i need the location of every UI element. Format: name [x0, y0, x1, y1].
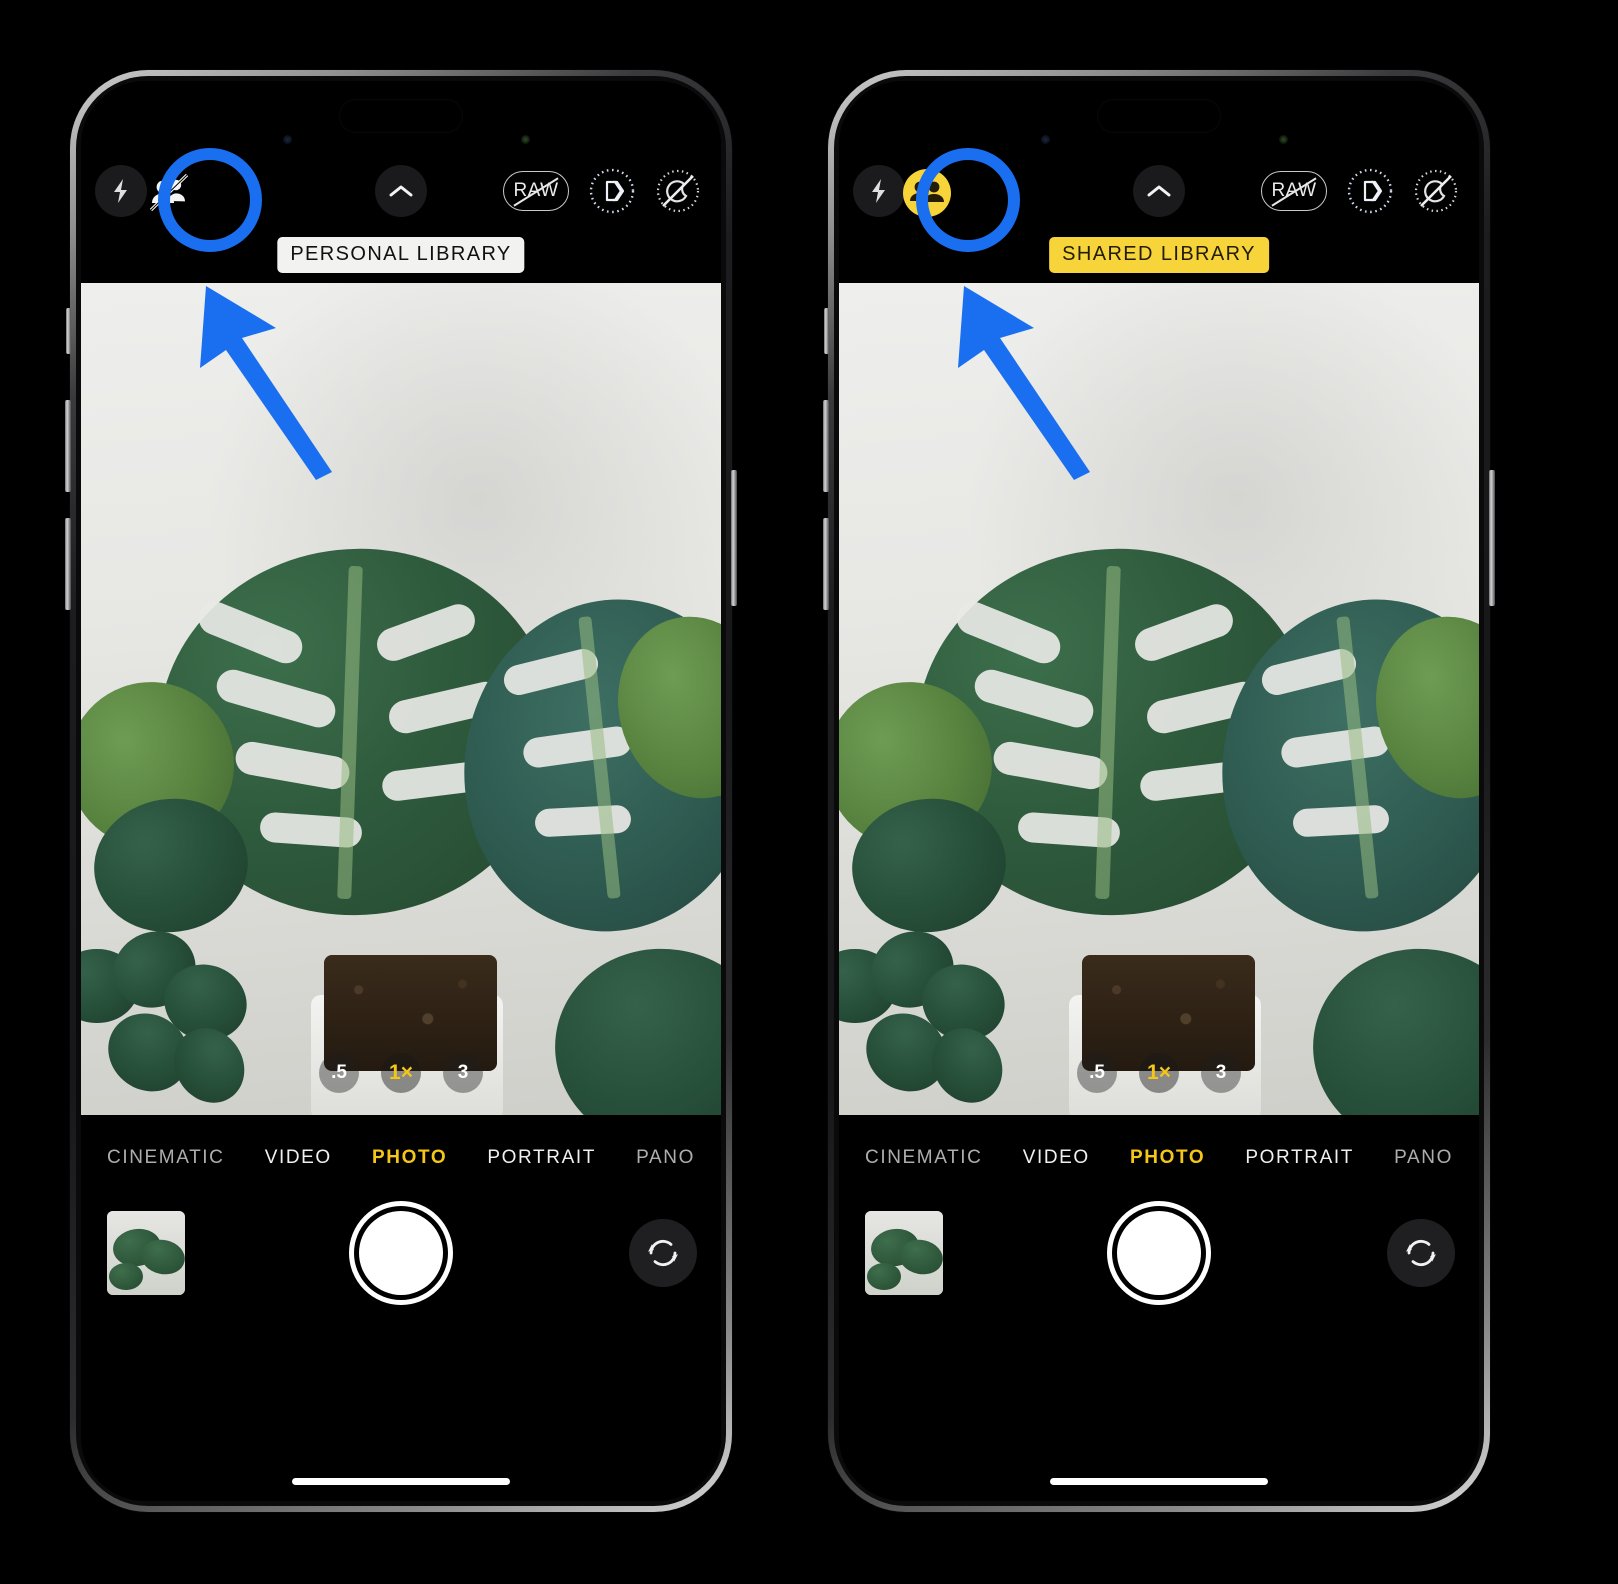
flash-button[interactable] [853, 165, 905, 217]
flash-button[interactable] [95, 165, 147, 217]
camera-viewfinder[interactable]: .5 1× 3 [839, 283, 1479, 1115]
people-slash-icon [149, 173, 189, 212]
camera-mode-selector[interactable]: CINEMATIC VIDEO PHOTO PORTRAIT PANO [839, 1137, 1479, 1179]
volume-down-button[interactable] [65, 518, 71, 610]
mode-pano[interactable]: PANO [636, 1147, 695, 1169]
library-badge: SHARED LIBRARY [1049, 237, 1269, 273]
side-power-button[interactable] [1489, 470, 1495, 606]
camera-viewfinder[interactable]: .5 1× 3 [81, 283, 721, 1115]
photo-thumbnail-button[interactable] [107, 1211, 185, 1295]
dynamic-island [339, 99, 463, 133]
flash-icon [872, 179, 885, 203]
night-mode-off-icon [1414, 169, 1458, 213]
flash-icon [114, 179, 127, 203]
mode-cinematic[interactable]: CINEMATIC [865, 1147, 983, 1169]
camera-flip-icon [1406, 1239, 1436, 1267]
shutter-button[interactable] [1107, 1201, 1211, 1305]
phone-screen: RAW [81, 81, 721, 1501]
chevron-up-icon [1147, 185, 1171, 197]
phone-mockup-personal: RAW [65, 70, 737, 1512]
night-mode-off-icon [656, 169, 700, 213]
phone-screen: RAW [839, 81, 1479, 1501]
raw-toggle[interactable]: RAW [503, 171, 569, 211]
live-photo-toggle[interactable] [1345, 166, 1395, 216]
night-mode-toggle[interactable] [653, 166, 703, 216]
home-indicator [1050, 1478, 1268, 1485]
zoom-option-0.5[interactable]: .5 [1077, 1053, 1117, 1093]
people-filled-icon [903, 169, 951, 217]
leaf-slit [534, 804, 633, 838]
shutter-button[interactable] [349, 1201, 453, 1305]
more-controls-button[interactable] [1133, 165, 1185, 217]
mode-cinematic[interactable]: CINEMATIC [107, 1147, 225, 1169]
front-camera-lens [1041, 135, 1050, 144]
front-camera-lens [283, 135, 292, 144]
zoom-option-1x[interactable]: 1× [381, 1053, 421, 1093]
mode-portrait[interactable]: PORTRAIT [1245, 1147, 1354, 1169]
live-photo-icon [1347, 168, 1393, 214]
camera-bottom-controls [81, 1199, 721, 1319]
camera-flip-button[interactable] [629, 1219, 697, 1287]
shared-library-toggle[interactable] [143, 167, 195, 219]
volume-up-button[interactable] [65, 400, 71, 492]
night-mode-toggle[interactable] [1411, 166, 1461, 216]
mode-photo[interactable]: PHOTO [372, 1147, 447, 1169]
volume-down-button[interactable] [823, 518, 829, 610]
shutter-core [359, 1211, 443, 1295]
camera-app: RAW [839, 81, 1479, 1501]
leaf-slit [1292, 804, 1391, 838]
shared-library-toggle[interactable] [901, 167, 953, 219]
zoom-option-1x[interactable]: 1× [1139, 1053, 1179, 1093]
zoom-option-3x[interactable]: 3 [443, 1053, 483, 1093]
dynamic-island [1097, 99, 1221, 133]
photo-thumbnail-button[interactable] [865, 1211, 943, 1295]
more-controls-button[interactable] [375, 165, 427, 217]
screenshot-root: RAW [0, 0, 1618, 1584]
side-power-button[interactable] [731, 470, 737, 606]
live-photo-toggle[interactable] [587, 166, 637, 216]
mute-switch[interactable] [824, 308, 829, 354]
volume-up-button[interactable] [823, 400, 829, 492]
mode-video[interactable]: VIDEO [265, 1147, 332, 1169]
phone-mockup-shared: RAW [823, 70, 1495, 1512]
mode-video[interactable]: VIDEO [1023, 1147, 1090, 1169]
raw-toggle[interactable]: RAW [1261, 171, 1327, 211]
live-photo-icon [589, 168, 635, 214]
shutter-core [1117, 1211, 1201, 1295]
mute-switch[interactable] [66, 308, 71, 354]
sensor-dot [1279, 135, 1288, 144]
mode-pano[interactable]: PANO [1394, 1147, 1453, 1169]
chevron-up-icon [389, 185, 413, 197]
home-indicator [292, 1478, 510, 1485]
camera-mode-selector[interactable]: CINEMATIC VIDEO PHOTO PORTRAIT PANO [81, 1137, 721, 1179]
zoom-option-0.5[interactable]: .5 [319, 1053, 359, 1093]
library-badge: PERSONAL LIBRARY [277, 237, 525, 273]
zoom-option-3x[interactable]: 3 [1201, 1053, 1241, 1093]
sensor-dot [521, 135, 530, 144]
camera-flip-button[interactable] [1387, 1219, 1455, 1287]
zoom-control[interactable]: .5 1× 3 [319, 1053, 483, 1093]
camera-flip-icon [648, 1239, 678, 1267]
mode-portrait[interactable]: PORTRAIT [487, 1147, 596, 1169]
camera-bottom-controls [839, 1199, 1479, 1319]
camera-app: RAW [81, 81, 721, 1501]
zoom-control[interactable]: .5 1× 3 [1077, 1053, 1241, 1093]
mode-photo[interactable]: PHOTO [1130, 1147, 1205, 1169]
